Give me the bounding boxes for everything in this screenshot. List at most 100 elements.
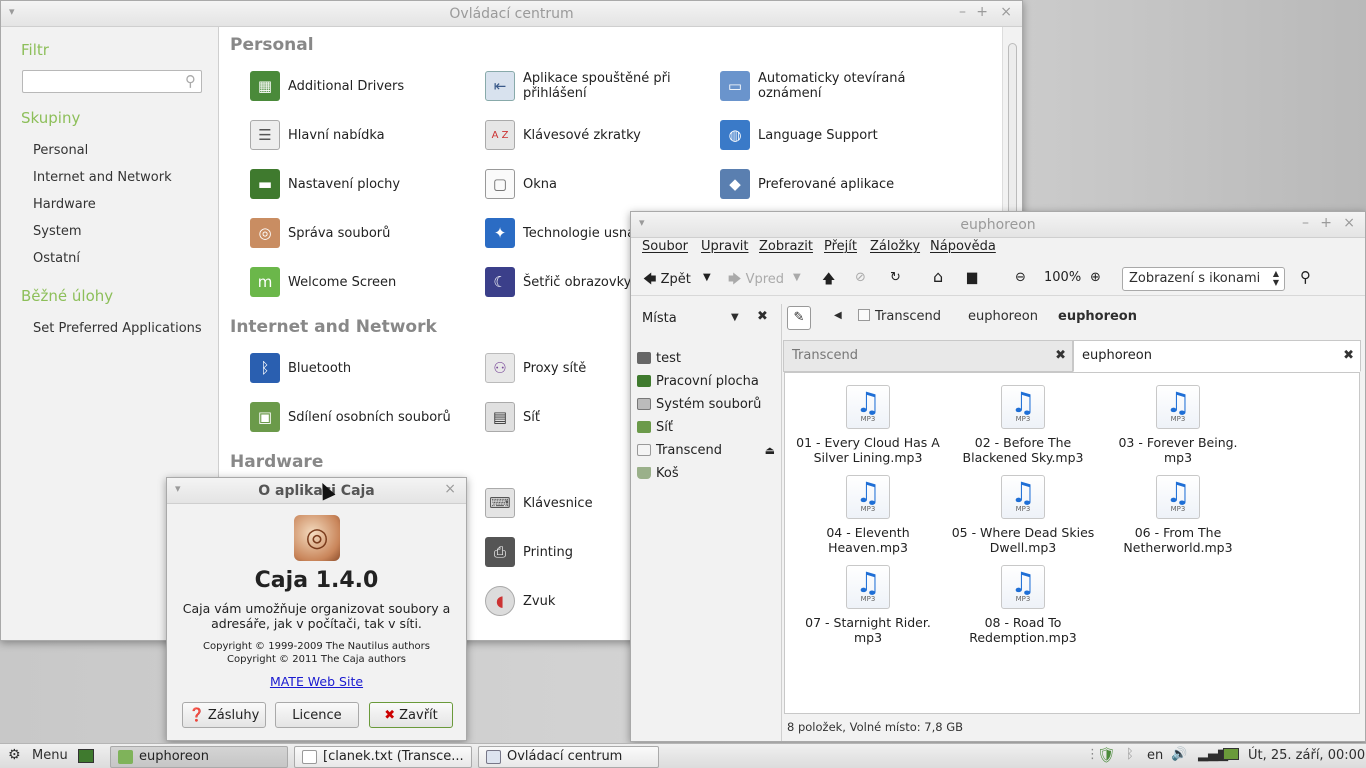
path-left-icon[interactable]: ◀ — [834, 310, 842, 321]
task-euphoreon[interactable]: euphoreon — [110, 746, 288, 768]
caja-logo-icon: ◎ — [294, 515, 340, 561]
battery-icon[interactable] — [1223, 748, 1239, 760]
mint-menu-icon[interactable]: ⚙ — [8, 747, 21, 763]
place-filesystem[interactable]: Systém souborů — [637, 394, 777, 414]
back-button[interactable]: 🡄 Zpět — [643, 270, 691, 292]
menu-button[interactable]: Menu — [32, 748, 68, 763]
group-internet[interactable]: Internet and Network — [33, 170, 172, 185]
item-preferred-apps[interactable]: ◆ Preferované aplikace — [720, 164, 950, 204]
path-euphoreon-parent[interactable]: euphoreon — [968, 309, 1038, 324]
menu-view[interactable]: Zobrazit — [759, 239, 813, 254]
file-item[interactable]: ♫ MP3 05 - Where Dead Skies Dwell.mp3 — [948, 475, 1098, 555]
forward-button[interactable]: 🡆 Vpred — [728, 270, 784, 292]
filter-input[interactable]: ⚲ — [22, 70, 202, 93]
place-test[interactable]: test — [637, 348, 777, 368]
place-desktop[interactable]: Pracovní plocha — [637, 371, 777, 391]
home-icon[interactable]: ⌂ — [933, 267, 943, 286]
file-item[interactable]: ♫ MP3 06 - From The Netherworld.mp3 — [1103, 475, 1253, 555]
network-icon: ▤ — [485, 402, 515, 432]
website-link[interactable]: MATE Web Site — [167, 674, 466, 689]
path-transcend[interactable]: Transcend — [858, 309, 941, 324]
menu-bookmarks[interactable]: Záložky — [870, 239, 920, 254]
window-title: euphoreon — [960, 217, 1036, 233]
trash-icon — [637, 467, 651, 479]
place-transcend[interactable]: Transcend ⏏ — [637, 440, 777, 460]
file-item[interactable]: ♫ MP3 07 - Starnight Rider. mp3 — [793, 565, 943, 645]
item-additional-drivers[interactable]: ▦ Additional Drivers — [250, 66, 480, 106]
license-button[interactable]: Licence — [275, 702, 359, 728]
group-hardware[interactable]: Hardware — [33, 197, 96, 212]
credits-button[interactable]: ❓ Zásluhy — [182, 702, 266, 728]
item-welcome-screen[interactable]: m Welcome Screen — [250, 262, 480, 302]
item-language-support[interactable]: ◍ Language Support — [720, 115, 950, 155]
zoom-out-icon[interactable]: ⊖ — [1015, 270, 1026, 285]
stop-icon[interactable]: ⊘ — [855, 270, 866, 285]
item-file-sharing[interactable]: ▣ Sdílení osobních souborů — [250, 397, 480, 437]
path-euphoreon-current[interactable]: euphoreon — [1058, 309, 1137, 324]
item-keyboard-shortcuts[interactable]: A Z Klávesové zkratky — [485, 115, 715, 155]
file-item[interactable]: ♫ MP3 04 - Eleventh Heaven.mp3 — [793, 475, 943, 555]
minimize-icon[interactable]: – — [1302, 215, 1309, 231]
menu-go[interactable]: Přejít — [824, 239, 857, 254]
up-icon[interactable]: 🡅 — [822, 270, 835, 292]
close-icon[interactable]: × — [444, 481, 456, 497]
update-manager-icon[interactable]: 🛡 — [1097, 746, 1116, 764]
places-heading: Místa — [642, 311, 677, 326]
menu-help[interactable]: Nápověda — [930, 239, 996, 254]
place-trash[interactable]: Koš — [637, 463, 777, 483]
eject-icon[interactable]: ⏏ — [765, 444, 775, 457]
search-icon[interactable]: ⚲ — [1300, 268, 1311, 286]
menu-file[interactable]: Soubor — [642, 239, 688, 254]
view-mode-select[interactable]: Zobrazení s ikonami ▲ ▼ — [1122, 267, 1285, 291]
bluetooth-icon: ᛒ — [250, 353, 280, 383]
item-file-management[interactable]: ◎ Správa souborů — [250, 213, 480, 253]
task-clanek[interactable]: [clanek.txt (Transce... — [294, 746, 472, 768]
group-system[interactable]: System — [33, 224, 81, 239]
group-other[interactable]: Ostatní — [33, 251, 80, 266]
file-item[interactable]: ♫ MP3 08 - Road To Redemption.mp3 — [948, 565, 1098, 645]
location-edit-icon[interactable]: ✎ — [787, 306, 811, 330]
item-startup-apps[interactable]: ⇤ Aplikace spouštěné při přihlášení — [485, 66, 715, 106]
close-icon[interactable]: × — [1000, 4, 1012, 20]
menu-edit[interactable]: Upravit — [701, 239, 748, 254]
item-main-menu[interactable]: ☰ Hlavní nabídka — [250, 115, 480, 155]
task-control-center[interactable]: Ovládací centrum — [478, 746, 659, 768]
show-desktop-icon[interactable] — [78, 749, 94, 763]
places-dropdown-icon[interactable]: ▼ — [731, 312, 739, 323]
zoom-in-icon[interactable]: ⊕ — [1090, 270, 1101, 285]
item-desktop-settings[interactable]: ▬ Nastavení plochy — [250, 164, 480, 204]
close-tab-icon[interactable]: ✖ — [1343, 348, 1354, 363]
control-center-titlebar[interactable]: ▾ Ovládací centrum – + × — [1, 1, 1022, 27]
forward-history-icon[interactable]: ▼ — [793, 272, 801, 283]
tab-transcend[interactable]: Transcend ✖ — [783, 340, 1073, 372]
volume-icon[interactable]: 🔊 — [1171, 747, 1187, 762]
keyboard-layout[interactable]: en — [1147, 748, 1163, 763]
close-tab-icon[interactable]: ✖ — [1055, 348, 1066, 363]
file-item[interactable]: ♫ MP3 01 - Every Cloud Has A Silver Lining… — [793, 385, 943, 465]
icon-view[interactable]: ♫ MP3 01 - Every Cloud Has A Silver Lining… — [784, 372, 1360, 714]
back-history-icon[interactable]: ▼ — [703, 272, 711, 283]
maximize-icon[interactable]: + — [1320, 215, 1332, 231]
item-bluetooth[interactable]: ᛒ Bluetooth — [250, 348, 480, 388]
audio-file-icon: ♫ MP3 — [1001, 565, 1045, 609]
close-icon[interactable]: × — [1343, 215, 1355, 231]
bluetooth-icon[interactable]: ᛒ — [1126, 747, 1134, 762]
file-item[interactable]: ♫ MP3 03 - Forever Being. mp3 — [1103, 385, 1253, 465]
computer-icon[interactable]: ▆ — [967, 270, 977, 285]
zoom-level[interactable]: 100% — [1044, 270, 1081, 285]
minimize-icon[interactable]: – — [959, 4, 966, 20]
caja-titlebar[interactable]: ▾ euphoreon – + × — [631, 212, 1365, 238]
clock[interactable]: Út, 25. září, 00:00 — [1248, 748, 1365, 763]
reload-icon[interactable]: ↻ — [890, 270, 901, 285]
task-set-preferred-apps[interactable]: Set Preferred Applications — [33, 321, 202, 336]
close-sidebar-icon[interactable]: ✖ — [757, 309, 768, 324]
close-button[interactable]: ✖ Zavřít — [369, 702, 453, 728]
item-windows[interactable]: ▢ Okna — [485, 164, 715, 204]
tab-euphoreon[interactable]: euphoreon ✖ — [1073, 340, 1361, 372]
about-titlebar[interactable]: ▾ O aplikaci Caja × — [167, 478, 466, 504]
place-network[interactable]: Síť — [637, 417, 777, 437]
group-personal[interactable]: Personal — [33, 143, 88, 158]
maximize-icon[interactable]: + — [976, 4, 988, 20]
file-item[interactable]: ♫ MP3 02 - Before The Blackened Sky.mp3 — [948, 385, 1098, 465]
item-popup-notifications[interactable]: ▭ Automaticky otevíraná oznámení — [720, 66, 950, 106]
